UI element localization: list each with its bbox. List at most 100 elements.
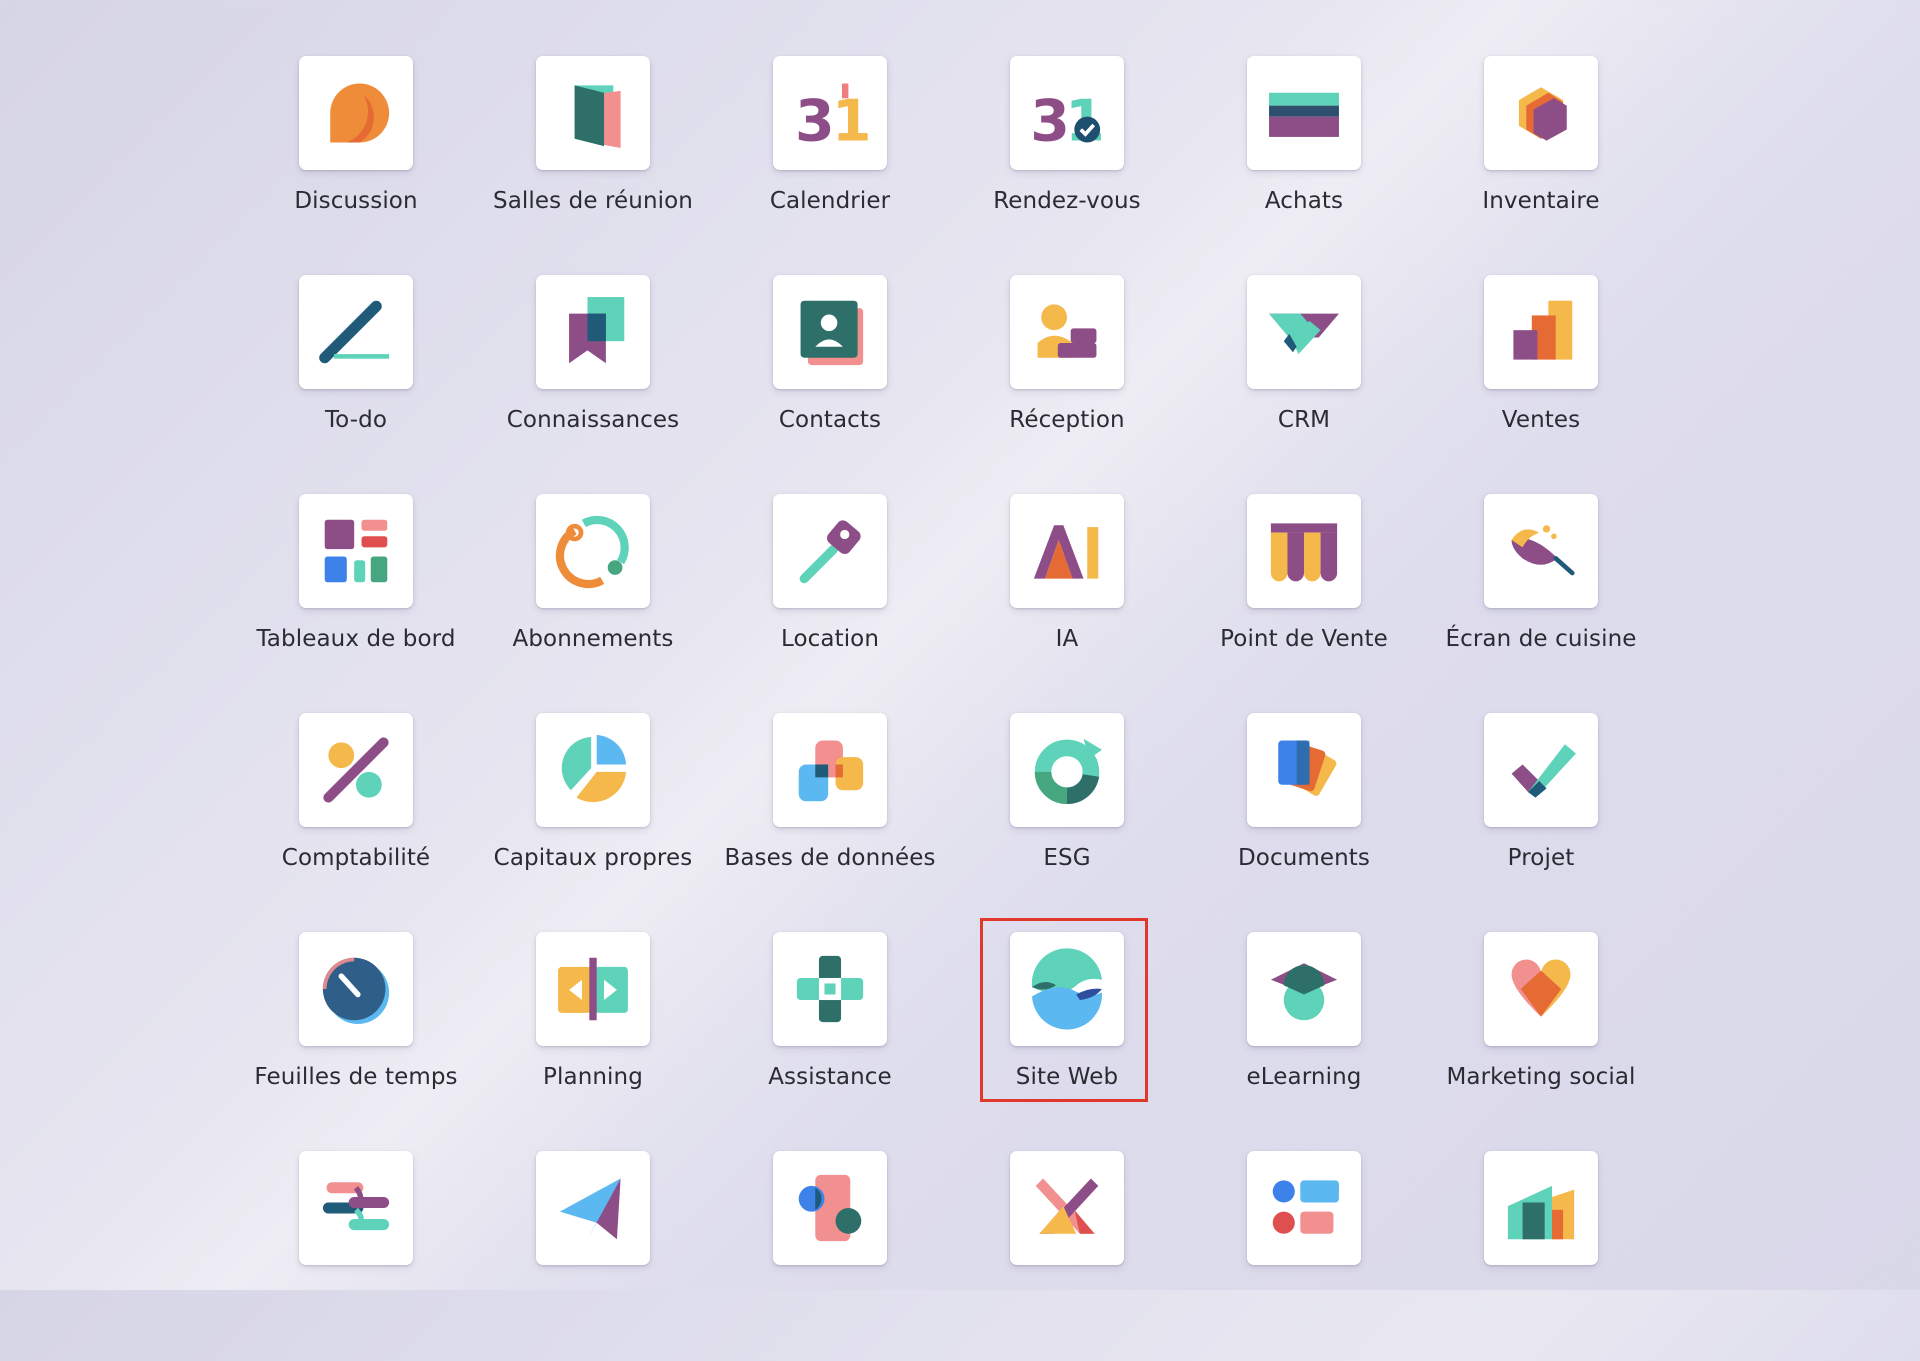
app-label: Planning (543, 1064, 643, 1090)
email-marketing-icon (536, 1151, 650, 1265)
app-label: Feuilles de temps (254, 1064, 458, 1090)
esg-icon (1010, 713, 1124, 827)
app-label: Documents (1237, 845, 1371, 871)
app-label: Inventaire (1482, 188, 1600, 214)
documents-icon (1247, 713, 1361, 827)
app-crm[interactable]: CRM (1184, 275, 1424, 485)
app-ai[interactable]: IA (947, 494, 1187, 704)
app-label: To-do (324, 407, 388, 433)
app-label: Marketing social (1446, 1064, 1636, 1090)
app-label: ESG (1043, 845, 1091, 871)
app-documents[interactable]: Documents (1184, 713, 1424, 923)
analytics-icon (1484, 1151, 1598, 1265)
app-appointments[interactable]: 31 Rendez-vous (947, 56, 1187, 266)
app-label: Contacts (778, 407, 882, 433)
app-kitchen-display[interactable]: Écran de cuisine (1421, 494, 1661, 704)
helpdesk-icon (773, 932, 887, 1046)
rental-icon (773, 494, 887, 608)
reception-icon (1010, 275, 1124, 389)
app-meeting-rooms[interactable]: Salles de réunion (473, 56, 713, 266)
app-purchase[interactable]: Achats (1184, 56, 1424, 266)
ai-icon (1010, 494, 1124, 608)
shapes-icon (773, 1151, 887, 1265)
app-reception[interactable]: Réception (947, 275, 1187, 485)
app-timesheets[interactable]: Feuilles de temps (236, 932, 476, 1142)
app-label: Location (780, 626, 880, 652)
meeting-rooms-icon (536, 56, 650, 170)
crm-icon (1247, 275, 1361, 389)
appointments-icon: 31 (1010, 56, 1124, 170)
app-esg[interactable]: ESG (947, 713, 1187, 923)
inventory-icon (1484, 56, 1598, 170)
databases-icon (773, 713, 887, 827)
calendar-icon: 31 (773, 56, 887, 170)
website-icon (1010, 932, 1124, 1046)
app-grid: Discussion Salles de réunion 31 Calendri… (0, 0, 1920, 1290)
app-calendar[interactable]: 31 Calendrier (710, 56, 950, 266)
svg-text:3: 3 (1030, 89, 1070, 155)
studio-connect-icon (299, 1151, 413, 1265)
sales-icon (1484, 275, 1598, 389)
app-databases[interactable]: Bases de données (710, 713, 950, 923)
app-label: IA (1055, 626, 1079, 652)
app-surveys[interactable] (1184, 1151, 1424, 1361)
app-equity[interactable]: Capitaux propres (473, 713, 713, 923)
kitchen-display-icon (1484, 494, 1598, 608)
app-label: Comptabilité (281, 845, 431, 871)
elearning-icon (1247, 932, 1361, 1046)
app-studio-connect[interactable] (236, 1151, 476, 1361)
app-label: Abonnements (512, 626, 674, 652)
planning-icon (536, 932, 650, 1046)
app-social-marketing[interactable]: Marketing social (1421, 932, 1661, 1142)
svg-text:1: 1 (832, 89, 872, 155)
app-discussion[interactable]: Discussion (236, 56, 476, 266)
app-rental[interactable]: Location (710, 494, 950, 704)
surveys-icon (1247, 1151, 1361, 1265)
discussion-icon (299, 56, 413, 170)
app-events[interactable] (947, 1151, 1187, 1361)
app-contacts[interactable]: Contacts (710, 275, 950, 485)
app-label: Ventes (1501, 407, 1581, 433)
app-label: Assistance (768, 1064, 892, 1090)
accounting-icon (299, 713, 413, 827)
app-label: Réception (1009, 407, 1125, 433)
app-label: Projet (1507, 845, 1575, 871)
app-label: Point de Vente (1220, 626, 1388, 652)
app-label: CRM (1277, 407, 1331, 433)
app-label: Salles de réunion (493, 188, 693, 214)
app-label: eLearning (1246, 1064, 1362, 1090)
app-label: Écran de cuisine (1445, 626, 1637, 652)
app-accounting[interactable]: Comptabilité (236, 713, 476, 923)
app-subscriptions[interactable]: Abonnements (473, 494, 713, 704)
timesheets-icon (299, 932, 413, 1046)
app-website[interactable]: Site Web (947, 932, 1187, 1142)
app-elearning[interactable]: eLearning (1184, 932, 1424, 1142)
app-helpdesk[interactable]: Assistance (710, 932, 950, 1142)
app-sales[interactable]: Ventes (1421, 275, 1661, 485)
knowledge-icon (536, 275, 650, 389)
purchase-icon (1247, 56, 1361, 170)
events-icon (1010, 1151, 1124, 1265)
app-knowledge[interactable]: Connaissances (473, 275, 713, 485)
contacts-icon (773, 275, 887, 389)
app-dashboards[interactable]: Tableaux de bord (236, 494, 476, 704)
svg-text:3: 3 (795, 89, 835, 155)
app-email-marketing[interactable] (473, 1151, 713, 1361)
social-marketing-icon (1484, 932, 1598, 1046)
app-planning[interactable]: Planning (473, 932, 713, 1142)
app-todo[interactable]: To-do (236, 275, 476, 485)
app-point-of-sale[interactable]: Point de Vente (1184, 494, 1424, 704)
app-label: Connaissances (506, 407, 680, 433)
app-inventory[interactable]: Inventaire (1421, 56, 1661, 266)
point-of-sale-icon (1247, 494, 1361, 608)
app-label: Tableaux de bord (256, 626, 456, 652)
app-shapes[interactable] (710, 1151, 950, 1361)
app-label: Capitaux propres (493, 845, 693, 871)
dashboards-icon (299, 494, 413, 608)
app-label: Discussion (294, 188, 418, 214)
app-analytics[interactable] (1421, 1151, 1661, 1361)
todo-icon (299, 275, 413, 389)
app-label: Calendrier (769, 188, 891, 214)
app-project[interactable]: Projet (1421, 713, 1661, 923)
app-label: Rendez-vous (993, 188, 1141, 214)
